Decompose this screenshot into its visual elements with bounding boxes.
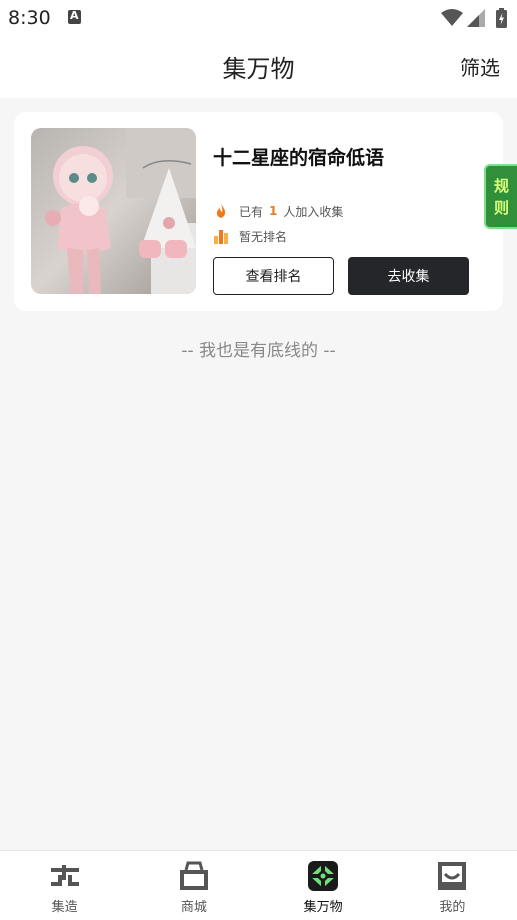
nav-item-shop[interactable]: 商城 <box>129 851 258 920</box>
shopping-bag-icon <box>179 861 208 890</box>
wifi-icon <box>441 9 463 26</box>
collection-card[interactable]: 十二星座的宿命低语 已有 1 人加入收集 暂无排名 查看排名 去收集 <box>14 112 503 311</box>
text-a-notification-icon <box>68 9 81 24</box>
view-rank-button[interactable]: 查看排名 <box>213 257 334 295</box>
nav-item-jiwanwu[interactable]: 集万物 <box>259 851 388 920</box>
end-of-list-text: -- 我也是有底线的 -- <box>181 341 336 361</box>
collect-count: 1 <box>269 204 278 218</box>
rank-text: 暂无排名 <box>239 229 288 244</box>
page-title: 集万物 <box>222 55 295 83</box>
nav-label-mine: 我的 <box>439 900 466 915</box>
collect-suffix: 人加入收集 <box>283 204 344 219</box>
status-bar: 8:30 <box>0 0 517 36</box>
app-header: 集万物 筛选 <box>0 36 517 98</box>
rules-tab[interactable]: 规 则 <box>484 164 517 229</box>
jiwanwu-logo-icon <box>308 861 339 891</box>
figurine-image[interactable] <box>31 128 196 294</box>
nav-label-shop: 商城 <box>180 900 207 915</box>
rules-tab-line1: 规 <box>493 176 509 195</box>
bar-chart-icon <box>214 230 228 244</box>
nav-label-jizao: 集造 <box>51 900 78 915</box>
rules-tab-line2: 则 <box>493 198 509 217</box>
card-title: 十二星座的宿命低语 <box>213 147 385 169</box>
rank-stat-row: 暂无排名 <box>213 227 287 245</box>
collect-prefix: 已有 <box>239 204 264 219</box>
nav-item-mine[interactable]: 我的 <box>388 851 517 920</box>
cell-signal-icon <box>467 9 485 27</box>
collect-stat-row: 已有 1 人加入收集 <box>213 202 343 220</box>
nav-label-jiwanwu: 集万物 <box>303 900 343 915</box>
battery-charging-icon <box>496 8 507 28</box>
filter-button[interactable]: 筛选 <box>460 52 500 81</box>
nav-item-jizao[interactable]: 集造 <box>0 851 129 920</box>
profile-box-icon <box>438 862 467 890</box>
jizao-logo-icon <box>50 865 79 886</box>
status-time: 8:30 <box>8 7 51 29</box>
bottom-nav: 集造 商城 集万物 我的 <box>0 850 517 920</box>
go-collect-button[interactable]: 去收集 <box>348 257 469 295</box>
fire-icon <box>216 204 226 218</box>
